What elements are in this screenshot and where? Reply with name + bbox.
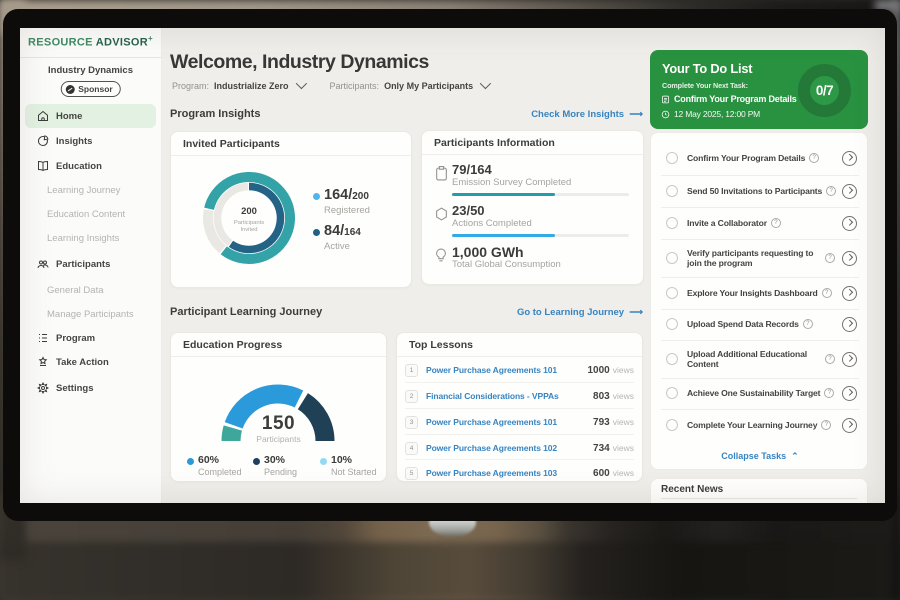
svg-text:Invited: Invited xyxy=(240,227,257,233)
svg-text:200: 200 xyxy=(241,206,257,217)
svg-text:Participants: Participants xyxy=(234,220,264,226)
